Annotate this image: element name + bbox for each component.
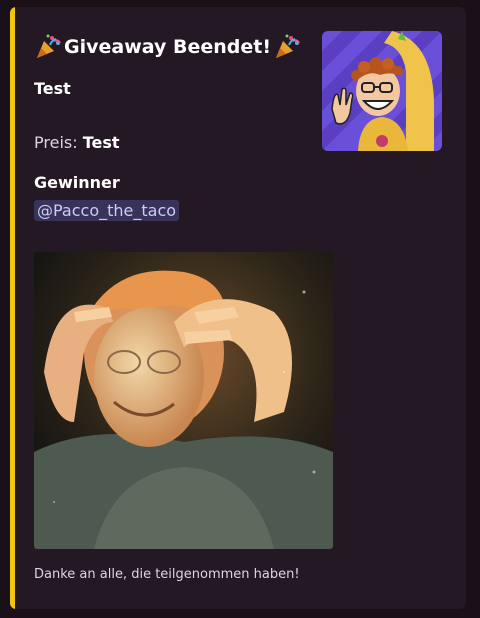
winner-mention[interactable]: @Pacco_the_taco: [34, 200, 180, 221]
embed-title: Giveaway Beendet!: [34, 33, 301, 61]
prize-value: Test: [82, 133, 120, 152]
embed-title-text: Giveaway Beendet!: [64, 36, 272, 58]
description-text: Test: [34, 79, 71, 98]
winner-field-name: Gewinner: [34, 173, 120, 192]
prize-line: Preis: Test: [34, 133, 120, 152]
embed-footer: Danke an alle, die teilgenommen haben!: [34, 567, 300, 582]
prize-label: Preis:: [34, 133, 78, 152]
party-popper-icon: [273, 33, 301, 61]
embed-accent-bar: [10, 7, 15, 609]
description-line: Test: [34, 79, 71, 98]
mind-blown-gif[interactable]: [34, 252, 333, 549]
giveaway-embed: Giveaway Beendet! Test Preis: Test Gewin…: [10, 7, 466, 609]
taco-avatar[interactable]: [322, 31, 442, 151]
party-popper-icon: [34, 33, 62, 61]
